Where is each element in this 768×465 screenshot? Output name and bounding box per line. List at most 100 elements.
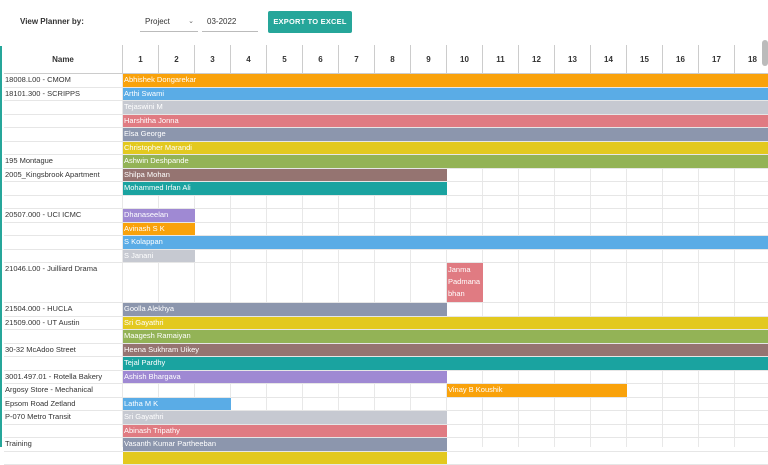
assignment-bar[interactable]: Ashish Bhargava: [123, 371, 447, 384]
project-name: 2005_Kingsbrook Apartment: [5, 170, 100, 179]
planner-row: Tejaswini M: [4, 101, 768, 115]
assignee-name: Tejal Pardhy: [124, 358, 165, 367]
assignee-name: Latha M K: [124, 399, 158, 408]
assignment-bar[interactable]: Arthi Swami: [123, 88, 768, 101]
assignee-name: Tejaswini M: [124, 102, 163, 111]
assignment-bar[interactable]: Abhishek Dongarekar: [123, 74, 768, 87]
day-header-1: 1: [123, 45, 159, 74]
assignment-bar[interactable]: Tejaswini M: [123, 101, 768, 114]
project-name: 21504.000 - HUCLA: [5, 304, 73, 313]
assignee-name: Arthi Swami: [124, 89, 164, 98]
planner-row: TrainingVasanth Kumar Partheeban: [4, 438, 768, 452]
assignee-name: Ashwin Deshpande: [124, 156, 189, 165]
assignment-bar[interactable]: Vinay B Koushik: [447, 384, 627, 397]
project-name: Argosy Store - Mechanical: [5, 385, 93, 394]
day-header-10: 10: [447, 45, 483, 74]
assignment-bar[interactable]: Abinash Tripathy: [123, 425, 447, 438]
assignment-bar[interactable]: S Kolappan: [123, 236, 768, 249]
assignee-name: Christopher Marandi: [124, 143, 192, 152]
day-header-4: 4: [231, 45, 267, 74]
assignment-bar[interactable]: Vasanth Kumar Partheeban: [123, 438, 447, 451]
planner-row: 195 Montague Ashwin Deshpande: [4, 155, 768, 169]
day-header-12: 12: [519, 45, 555, 74]
project-name: P-070 Metro Transit: [5, 412, 71, 421]
assignee-name: Ashish Bhargava: [124, 372, 181, 381]
assignment-bar[interactable]: Christopher Marandi: [123, 142, 768, 155]
horizontal-scrollbar[interactable]: [762, 40, 768, 66]
planner-row: Abinash Tripathy: [4, 425, 768, 439]
assignment-bar[interactable]: Harshitha Jonna: [123, 115, 768, 128]
project-name: 20507.000 - UCI ICMC: [5, 210, 81, 219]
day-header-8: 8: [375, 45, 411, 74]
assignment-bar[interactable]: Shilpa Mohan: [123, 169, 447, 182]
planner-row: Avinash S K: [4, 223, 768, 237]
assignee-name: S Kolappan: [124, 237, 163, 246]
assignment-bar[interactable]: Tejal Pardhy: [123, 357, 768, 370]
planner-row: [4, 196, 768, 210]
planner-row: Epsom Road Zetland Latha M K: [4, 398, 768, 412]
project-name: 195 Montague: [5, 156, 53, 165]
assignee-name: Goolla Alekhya: [124, 304, 174, 313]
name-column-header: Name: [4, 45, 123, 74]
assignment-bar[interactable]: Ashwin Deshpande: [123, 155, 768, 168]
planner-row: 3001.497.01 - Rotella BakeryAshish Bharg…: [4, 371, 768, 385]
day-header-5: 5: [267, 45, 303, 74]
project-name: Epsom Road Zetland: [5, 399, 75, 408]
project-name: 18008.L00 - CMOM: [5, 75, 71, 84]
planner-row: Elsa George: [4, 128, 768, 142]
planner-row: Maagesh Ramaiyan: [4, 330, 768, 344]
day-header-3: 3: [195, 45, 231, 74]
assignment-bar[interactable]: Sri Gayathri: [123, 411, 447, 424]
planner-row: Christopher Marandi: [4, 142, 768, 156]
assignment-bar[interactable]: JanmaPadmanabhan: [447, 263, 483, 302]
day-header-13: 13: [555, 45, 591, 74]
assignment-bar[interactable]: Heena Sukhram Uikey: [123, 344, 768, 357]
planner-row: 18101.300 - SCRIPPSArthi Swami: [4, 88, 768, 102]
assignee-name: Sri Gayathri: [124, 318, 164, 327]
assignee-name: Harshitha Jonna: [124, 116, 179, 125]
assignee-name-line: bhan: [448, 288, 483, 300]
project-name: 21509.000 - UT Austin: [5, 318, 80, 327]
assignee-name: S Janani: [124, 251, 153, 260]
day-header-2: 2: [159, 45, 195, 74]
assignee-name: Maagesh Ramaiyan: [124, 331, 191, 340]
planner-row: 18008.L00 - CMOM Abhishek Dongarekar: [4, 74, 768, 88]
assignee-name-line: Padmana: [448, 276, 483, 288]
view-by-value: Project: [145, 17, 170, 26]
assignment-bar[interactable]: S Janani: [123, 250, 195, 263]
assignment-bar[interactable]: Maagesh Ramaiyan: [123, 330, 768, 343]
view-planner-label: View Planner by:: [20, 17, 84, 26]
assignee-name-line: Janma: [448, 264, 483, 276]
assignment-bar[interactable]: Goolla Alekhya: [123, 303, 447, 316]
assignment-bar[interactable]: Sri Gayathri: [123, 317, 768, 330]
assignee-name: Dhanaseelan: [124, 210, 168, 219]
planner-row: 21504.000 - HUCLA Goolla Alekhya: [4, 303, 768, 317]
assignment-bar[interactable]: Avinash S K: [123, 223, 195, 236]
planner-row: [4, 452, 768, 465]
assignee-name: Avinash S K: [124, 224, 165, 233]
planner-toolbar: View Planner by: Project ⌄ 03-2022 EXPOR…: [0, 0, 768, 46]
assignee-name: Shilpa Mohan: [124, 170, 170, 179]
planner-row: 21046.L00 - Juilliard Drama JanmaPadmanab…: [4, 263, 768, 303]
assignee-name: Abhishek Dongarekar: [124, 75, 196, 84]
project-name: 21046.L00 - Juilliard Drama: [5, 264, 97, 273]
export-to-excel-button[interactable]: EXPORT TO EXCEL: [268, 11, 352, 33]
planner-row: S Kolappan: [4, 236, 768, 250]
assignee-name: Vinay B Koushik: [448, 385, 502, 394]
day-header-17: 17: [699, 45, 735, 74]
assignee-name: Mohammed Irfan Ali: [124, 183, 191, 192]
view-by-select[interactable]: Project ⌄: [140, 12, 198, 32]
assignment-bar[interactable]: Mohammed Irfan Ali: [123, 182, 447, 195]
day-header-15: 15: [627, 45, 663, 74]
assignment-bar[interactable]: Dhanaseelan: [123, 209, 195, 222]
planner-row: P-070 Metro Transit Sri Gayathri: [4, 411, 768, 425]
project-name: 30-32 McAdoo Street: [5, 345, 76, 354]
assignment-bar[interactable]: Latha M K: [123, 398, 231, 411]
day-header-6: 6: [303, 45, 339, 74]
assignment-bar[interactable]: [123, 452, 447, 465]
month-input[interactable]: 03-2022: [202, 12, 258, 32]
planner-row: S Janani: [4, 250, 768, 264]
assignment-bar[interactable]: Elsa George: [123, 128, 768, 141]
day-header-9: 9: [411, 45, 447, 74]
day-header-7: 7: [339, 45, 375, 74]
